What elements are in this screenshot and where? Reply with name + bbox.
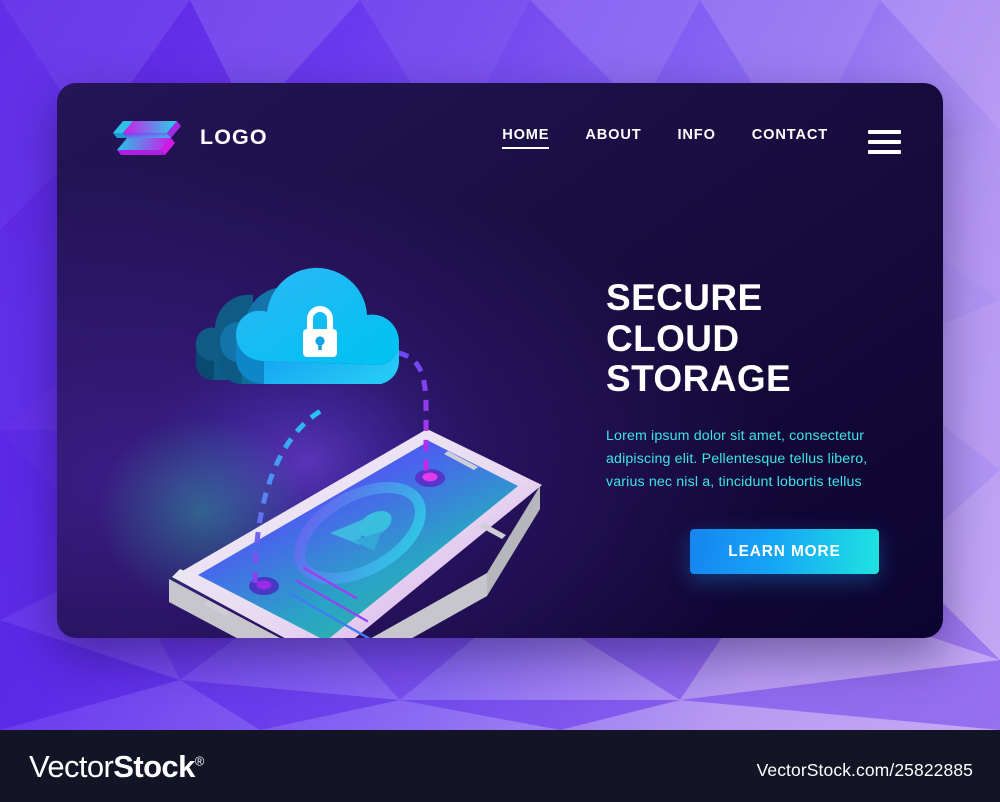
registered-mark: ® xyxy=(194,753,205,769)
sync-node-top xyxy=(415,469,445,487)
vectorstock-url: VectorStock.com/25822885 xyxy=(756,760,973,780)
vectorstock-logo: VectorStock® xyxy=(29,749,204,785)
isometric-ribbon-logo-icon xyxy=(113,121,181,155)
navigation-bar: LOGO HOME ABOUT INFO CONTACT xyxy=(57,83,943,201)
nav-item-about[interactable]: ABOUT xyxy=(585,127,641,149)
nav-item-home[interactable]: HOME xyxy=(502,127,550,149)
brand-name: LOGO xyxy=(200,124,268,149)
learn-more-button[interactable]: LEARN MORE xyxy=(690,529,879,575)
brand-logo[interactable]: LOGO xyxy=(111,117,268,157)
nav-item-contact[interactable]: CONTACT xyxy=(752,127,828,149)
nav-menu: HOME ABOUT INFO CONTACT xyxy=(502,127,828,149)
headline-line-1: SECURE CLOUD xyxy=(606,277,763,359)
cloud-storage-illustration xyxy=(92,211,572,638)
vectorstock-logo-part2: Stock xyxy=(113,749,195,784)
vectorstock-logo-part1: Vector xyxy=(29,749,114,784)
hero-card: LOGO HOME ABOUT INFO CONTACT SECURE CLOU… xyxy=(57,83,943,638)
nav-item-info[interactable]: INFO xyxy=(678,127,716,149)
hero-copy: SECURE CLOUD STORAGE Lorem ipsum dolor s… xyxy=(606,277,906,575)
hero-paragraph: Lorem ipsum dolor sit amet, consectetur … xyxy=(606,428,868,491)
poster-background: LOGO HOME ABOUT INFO CONTACT SECURE CLOU… xyxy=(0,0,1000,730)
watermark-footer: VectorStock® VectorStock.com/25822885 xyxy=(0,730,1000,802)
page-title: SECURE CLOUD STORAGE xyxy=(606,277,906,400)
hamburger-menu-icon[interactable] xyxy=(868,130,901,154)
headline-line-2: STORAGE xyxy=(606,358,792,400)
secure-cloud-icon xyxy=(196,267,399,384)
